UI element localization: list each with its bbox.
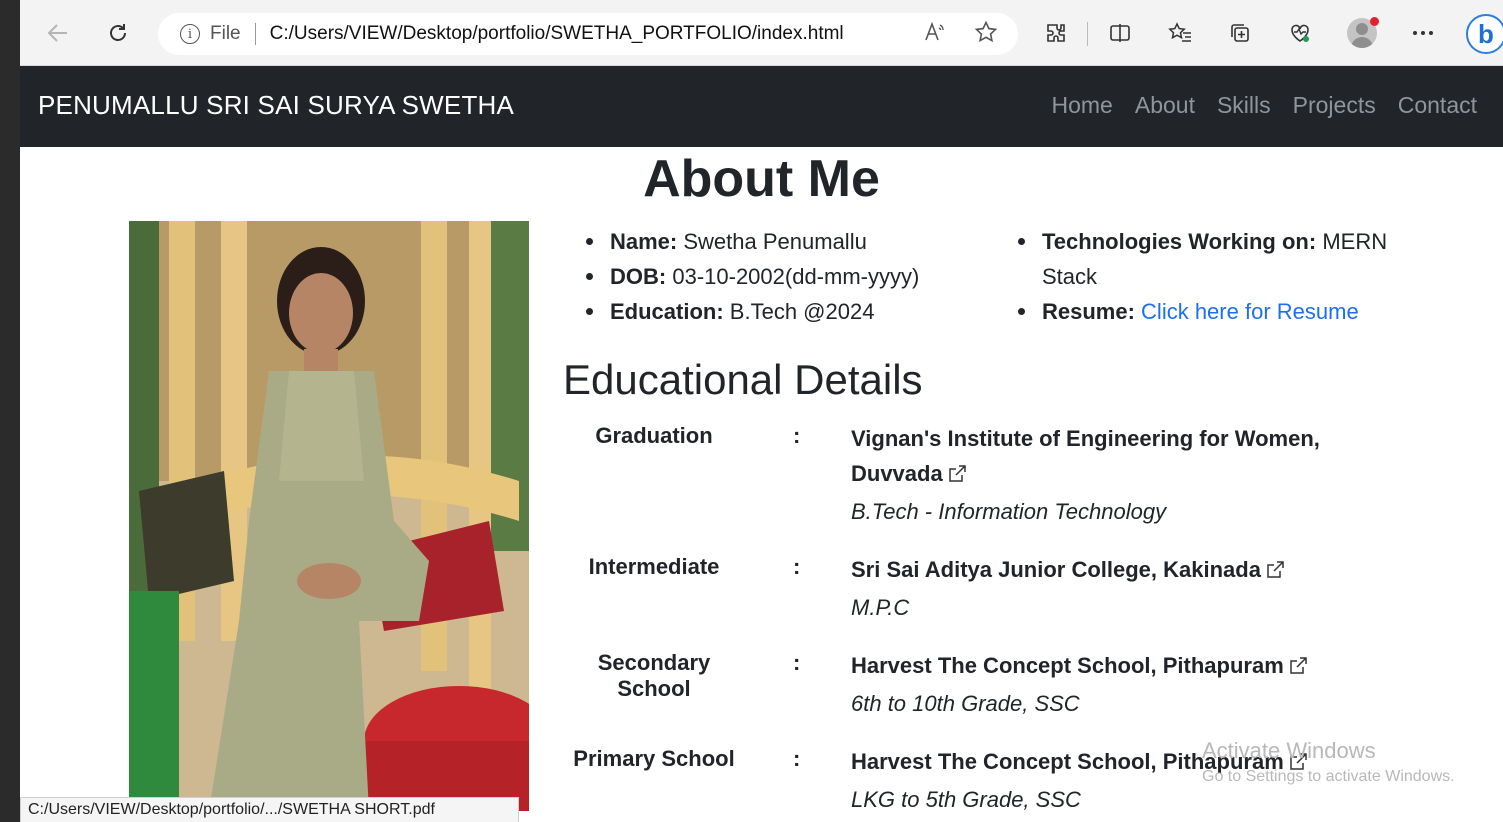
education-detail: Sri Sai Aditya Junior College, Kakinada … — [851, 552, 1351, 625]
list-item: Education: B.Tech @2024 — [586, 294, 986, 329]
web-page: PENUMALLU SRI SAI SURYA SWETHA Home Abou… — [20, 66, 1503, 822]
split-screen-icon[interactable] — [1104, 16, 1136, 50]
activate-windows-watermark: Activate Windows Go to Settings to activ… — [1202, 738, 1455, 785]
url-text[interactable]: C:/Users/VIEW/Desktop/portfolio/SWETHA_P… — [270, 23, 844, 45]
notification-dot — [1370, 17, 1379, 26]
education-detail: Vignan's Institute of Engineering for Wo… — [851, 421, 1351, 529]
window-edge — [0, 0, 20, 822]
external-link-icon[interactable] — [1265, 555, 1285, 590]
site-navbar: PENUMALLU SRI SAI SURYA SWETHA Home Abou… — [20, 66, 1503, 147]
education-detail: Harvest The Concept School, Pithapuram 6… — [851, 648, 1351, 721]
list-item: Resume: Click here for Resume — [1018, 294, 1398, 329]
favorite-star-icon[interactable] — [974, 20, 998, 50]
address-bar[interactable]: i File C:/Users/VIEW/Desktop/portfolio/S… — [158, 13, 1018, 55]
education-level: Primary School — [573, 746, 735, 771]
address-separator — [254, 23, 256, 45]
education-level: Graduation — [595, 423, 713, 448]
tech-info-list: Technologies Working on: MERN Stack Resu… — [1018, 224, 1398, 329]
more-options-icon[interactable] — [1407, 16, 1439, 50]
personal-info-list: Name: Swetha Penumallu DOB: 03-10-2002(d… — [586, 224, 986, 329]
browser-toolbar: i File C:/Users/VIEW/Desktop/portfolio/S… — [20, 0, 1503, 66]
browser-essentials-icon[interactable] — [1284, 16, 1316, 50]
info-icon[interactable]: i — [180, 24, 200, 44]
education-level: Intermediate — [588, 554, 720, 579]
education-colon: : — [793, 423, 801, 448]
nav-links: Home About Skills Projects Contact — [1052, 92, 1478, 119]
list-item: Name: Swetha Penumallu — [586, 224, 986, 259]
course-text: M.P.C — [851, 595, 910, 620]
collections-icon[interactable] — [1224, 16, 1256, 50]
link-status-bar: C:/Users/VIEW/Desktop/portfolio/.../SWET… — [20, 797, 519, 822]
course-text: LKG to 5th Grade, SSC — [851, 787, 1081, 812]
nav-skills[interactable]: Skills — [1217, 92, 1271, 119]
resume-link[interactable]: Click here for Resume — [1141, 299, 1359, 324]
refresh-icon[interactable] — [102, 16, 134, 50]
school-link[interactable]: Harvest The Concept School, Pithapuram — [851, 653, 1284, 678]
site-brand[interactable]: PENUMALLU SRI SAI SURYA SWETHA — [38, 90, 514, 121]
school-link[interactable]: Vignan's Institute of Engineering for Wo… — [851, 426, 1320, 486]
list-item: DOB: 03-10-2002(dd-mm-yyyy) — [586, 259, 986, 294]
about-title: About Me — [643, 150, 880, 208]
read-aloud-icon[interactable] — [924, 21, 946, 47]
external-link-icon[interactable] — [947, 459, 967, 494]
education-colon: : — [793, 554, 801, 579]
course-text: 6th to 10th Grade, SSC — [851, 691, 1080, 716]
file-label: File — [210, 23, 241, 44]
nav-home[interactable]: Home — [1052, 92, 1113, 119]
external-link-icon[interactable] — [1288, 651, 1308, 686]
bing-copilot-icon[interactable]: b — [1466, 14, 1503, 54]
favorites-icon[interactable] — [1164, 16, 1196, 50]
toolbar-divider — [1087, 22, 1088, 46]
education-level: Secondary School — [597, 650, 711, 701]
nav-about[interactable]: About — [1135, 92, 1195, 119]
education-colon: : — [793, 650, 801, 675]
nav-contact[interactable]: Contact — [1398, 92, 1477, 119]
list-item: Technologies Working on: MERN Stack — [1018, 224, 1398, 294]
education-title: Educational Details — [563, 356, 923, 403]
profile-photo — [129, 221, 529, 811]
education-colon: : — [793, 746, 801, 771]
extensions-icon[interactable] — [1040, 16, 1072, 50]
school-link[interactable]: Sri Sai Aditya Junior College, Kakinada — [851, 557, 1261, 582]
back-arrow-icon[interactable] — [42, 16, 74, 50]
course-text: B.Tech - Information Technology — [851, 499, 1167, 524]
nav-projects[interactable]: Projects — [1293, 92, 1376, 119]
